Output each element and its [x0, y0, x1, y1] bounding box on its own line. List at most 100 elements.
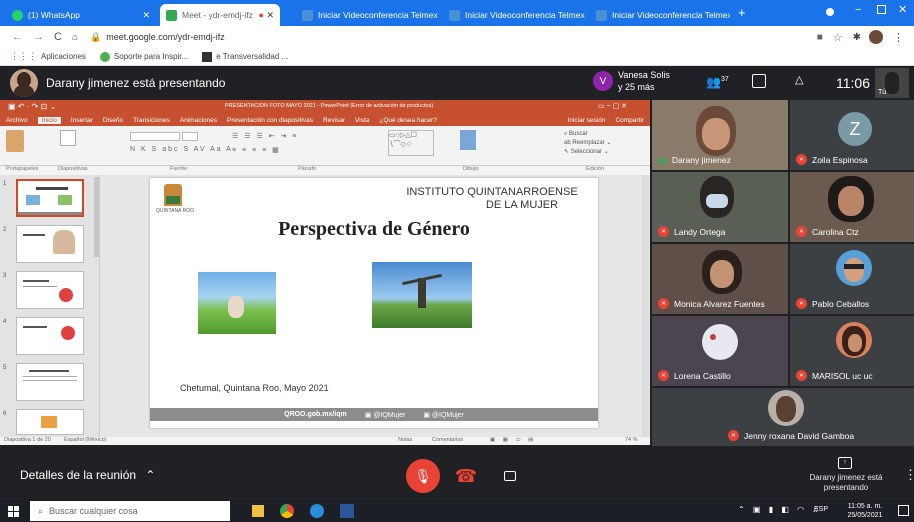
home-icon[interactable]: ⌂	[72, 32, 78, 43]
browser-tab-meet[interactable]: Meet - ydr-emdj-ifz ● ✕	[160, 4, 280, 26]
participant-tile[interactable]: ✕ Monica Alvarez Fuentes	[652, 244, 788, 314]
bookmark-transversalidad[interactable]: e Transversalidad ...	[202, 51, 288, 62]
ppt-signin[interactable]: Iniciar sesión	[568, 117, 606, 124]
minimize-button[interactable]: −	[855, 4, 861, 16]
new-slide-icon[interactable]	[60, 130, 76, 146]
ppt-tab-vista[interactable]: Vista	[355, 117, 369, 124]
windows-start-icon[interactable]	[8, 506, 19, 517]
presenter-caption: Darany jimenez está presentando	[809, 473, 883, 492]
participant-tile[interactable]: ✕ Carolina Ctz	[790, 172, 914, 242]
slide-thumbnail[interactable]	[16, 409, 84, 435]
reload-icon[interactable]: C	[54, 31, 62, 43]
thumbnails-scrollbar[interactable]	[94, 177, 99, 257]
comments-button[interactable]: Comentarios	[432, 437, 463, 443]
browser-tab-whatsapp[interactable]: (1) WhatsApp ✕	[6, 4, 156, 26]
participant-avatar: Z	[838, 112, 872, 146]
file-explorer-icon[interactable]	[252, 505, 264, 517]
ppt-tab-presentacion[interactable]: Presentación con diapositivas	[227, 117, 313, 124]
participant-tile[interactable]: ✕ Landy Ortega	[652, 172, 788, 242]
ppt-tab-archivo[interactable]: Archivo	[6, 117, 28, 124]
camera-icon[interactable]: ■	[817, 32, 823, 43]
editing-group[interactable]: ⌕ Buscar ab Reemplazar ⌄ ↖ Seleccionar ⌄	[564, 130, 611, 157]
present-screen-icon[interactable]: ↑	[838, 457, 852, 469]
system-tray-icons[interactable]: ⌃ ▣ ▮ ◧ ◠ ♫	[738, 505, 821, 514]
close-icon[interactable]: ✕	[142, 10, 150, 21]
shapes-gallery[interactable]: ▭○▷△☐ ∖⌒◇☆	[388, 130, 434, 156]
paste-icon[interactable]	[6, 130, 24, 152]
self-view[interactable]: Tú	[875, 68, 909, 98]
extensions-icon[interactable]: ✱	[853, 32, 861, 43]
participant-tile[interactable]: ▮▮ Darany jimenez	[652, 100, 788, 170]
search-icon: ⌕	[38, 505, 44, 516]
mic-off-icon: ✕	[796, 370, 807, 381]
chat-icon[interactable]	[752, 74, 766, 88]
slide-scrollbar[interactable]	[642, 175, 649, 437]
ppt-tab-insertar[interactable]: Insertar	[71, 117, 93, 124]
new-tab-button[interactable]: +	[738, 5, 746, 20]
browser-tab-telmex-3[interactable]: Iniciar Videoconferencia Telmex ✕	[590, 4, 730, 26]
window-close-button[interactable]: ✕	[898, 3, 907, 16]
star-icon[interactable]: ☆	[833, 31, 843, 44]
arrange-icon[interactable]	[460, 130, 476, 150]
profile-avatar[interactable]	[869, 30, 883, 44]
view-buttons[interactable]: ▣ ▦ ▭ ▤	[490, 437, 536, 443]
slide-thumbnail[interactable]	[16, 225, 84, 263]
slide-thumbnail[interactable]	[16, 271, 84, 309]
taskbar-clock[interactable]: 11:05 a. m. 25/05/2021	[840, 502, 890, 520]
participant-avatar	[768, 390, 804, 426]
participant-tile[interactable]: Z ✕ Zoila Espinosa	[790, 100, 914, 170]
leave-call-button[interactable]: ☎	[448, 459, 484, 493]
maximize-button[interactable]	[877, 5, 886, 14]
bookmark-soporte[interactable]: Soporte para Inspir...	[99, 51, 188, 62]
ppt-tab-inicio[interactable]: Inicio	[37, 116, 61, 124]
ppt-tab-transiciones[interactable]: Transiciones	[133, 117, 170, 124]
ppt-share[interactable]: Compartir	[615, 117, 644, 124]
browser-tab-telmex-2[interactable]: Iniciar Videoconferencia Telmex ✕	[443, 4, 588, 26]
ppt-tab-animaciones[interactable]: Animaciones	[180, 117, 217, 124]
activities-icon[interactable]: △	[795, 73, 803, 86]
notifications-icon[interactable]	[898, 505, 909, 516]
participant-avatar	[836, 322, 872, 358]
ppt-tab-diseno[interactable]: Diseño	[103, 117, 123, 124]
slide-thumbnail[interactable]	[16, 363, 84, 401]
align-buttons[interactable]: ≡ ≡ ≡ ≡ ▦	[232, 146, 281, 154]
menu-icon[interactable]: ⋮	[893, 31, 904, 44]
edge-icon[interactable]	[310, 504, 324, 518]
zoom-level[interactable]: 74 %	[625, 437, 638, 443]
ppt-tell-me[interactable]: ¿Qué desea hacer?	[379, 117, 436, 124]
meet-header: Darany jimenez está presentando V Vanesa…	[0, 66, 914, 100]
font-name-field[interactable]	[130, 132, 180, 141]
font-size-field[interactable]	[182, 132, 198, 141]
people-icon[interactable]: 👥37	[706, 75, 729, 89]
slide-thumbnail[interactable]	[16, 317, 84, 355]
more-options-icon[interactable]: ⋮	[904, 467, 914, 483]
language-indicator[interactable]: ESP	[814, 506, 828, 513]
participant-tile[interactable]: ✕ MARISOL uc uc	[790, 316, 914, 386]
taskbar-search[interactable]: ⌕ Buscar cualquier cosa	[30, 501, 230, 521]
bookmark-apps[interactable]: ⋮⋮⋮ Aplicaciones	[10, 51, 86, 62]
presenter-avatar	[10, 69, 38, 97]
browser-tab-telmex-1[interactable]: Iniciar Videoconferencia Telmex ✕	[296, 4, 441, 26]
participant-name: ✕ Pablo Ceballos	[796, 298, 869, 309]
forward-icon[interactable]: →	[33, 31, 44, 43]
ppt-tab-revisar[interactable]: Revisar	[323, 117, 345, 124]
word-icon[interactable]	[340, 504, 354, 518]
chrome-icon[interactable]	[280, 504, 294, 518]
participant-tile[interactable]: ✕ Jenny roxana David Gamboa	[652, 388, 914, 446]
paragraph-buttons[interactable]: ☰ ☰ ☰ ⇤ ⇥ ≡	[232, 132, 298, 140]
status-language: Español (México)	[64, 437, 107, 443]
back-icon[interactable]: ←	[12, 31, 23, 43]
telmex-icon	[449, 9, 460, 21]
participant-tile[interactable]: ✕ Pablo Ceballos	[790, 244, 914, 314]
slide-thumbnail[interactable]	[16, 179, 84, 217]
host-more: y 25 más	[618, 82, 655, 92]
ppt-ribbon-tabs: Archivo Inicio Insertar Diseño Transicio…	[0, 114, 650, 126]
camera-toggle-button[interactable]	[494, 459, 526, 493]
close-icon[interactable]: ● ✕	[259, 10, 274, 21]
participant-tile[interactable]: ✕ Lorena Castillo	[652, 316, 788, 386]
mic-toggle-button[interactable]: 🎙	[406, 459, 440, 493]
font-format-buttons[interactable]: N K S abc S AV Aa A	[130, 146, 233, 153]
notes-button[interactable]: Notas	[398, 437, 412, 443]
url-field[interactable]: meet.google.com/ydr-emdj-ifz	[106, 32, 225, 42]
meeting-details-button[interactable]: Detalles de la reunión ⌃	[20, 468, 155, 482]
